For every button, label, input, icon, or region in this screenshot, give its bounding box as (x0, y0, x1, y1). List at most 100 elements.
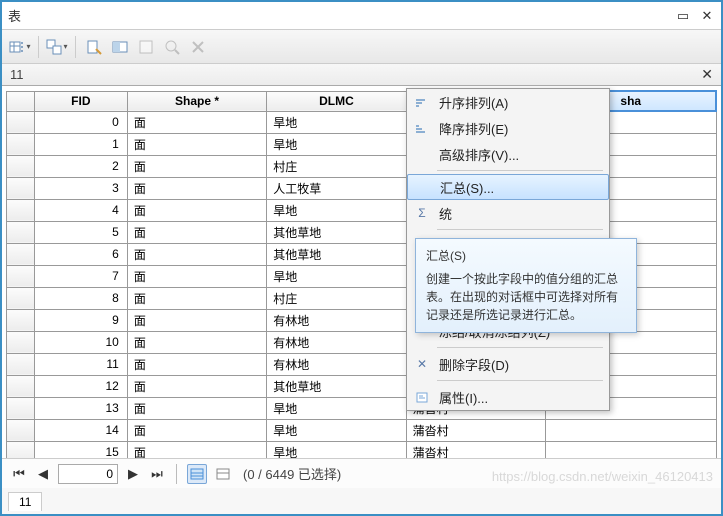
row-selector[interactable] (7, 441, 35, 458)
cell-dlmc[interactable]: 旱地 (267, 397, 406, 419)
subheader-close-button[interactable]: ✕ (701, 66, 713, 83)
cell-dlmc[interactable]: 旱地 (267, 133, 406, 155)
related-tables-button[interactable]: ▾ (45, 35, 69, 59)
cell-fid[interactable]: 4 (34, 199, 127, 221)
table-options-button[interactable]: ▾ (8, 35, 32, 59)
close-button[interactable]: ✕ (699, 9, 715, 23)
menu-summarize[interactable]: 汇总(S)... (407, 174, 609, 200)
cell-dlmc[interactable]: 有林地 (267, 309, 406, 331)
cell-dlmc[interactable]: 其他草地 (267, 243, 406, 265)
cell-dlmc[interactable]: 其他草地 (267, 375, 406, 397)
cell-fid[interactable]: 13 (34, 397, 127, 419)
cell-dlmc[interactable]: 有林地 (267, 353, 406, 375)
show-all-records-button[interactable] (187, 464, 207, 484)
cell-fid[interactable]: 12 (34, 375, 127, 397)
cell-dlmc[interactable]: 其他草地 (267, 221, 406, 243)
tab-11[interactable]: 11 (8, 492, 42, 511)
table-row[interactable]: 14面旱地蒲沓村 (7, 419, 717, 441)
cell-shape[interactable]: 面 (127, 133, 266, 155)
select-by-attributes-button[interactable] (82, 35, 106, 59)
cell-shape[interactable]: 面 (127, 265, 266, 287)
cell-fid[interactable]: 11 (34, 353, 127, 375)
cell-sha[interactable] (546, 419, 716, 441)
cell-shape[interactable]: 面 (127, 375, 266, 397)
clear-selection-button[interactable] (134, 35, 158, 59)
nav-record-input[interactable] (58, 464, 118, 484)
row-selector[interactable] (7, 375, 35, 397)
menu-delete-field[interactable]: ✕ 删除字段(D) (407, 351, 609, 377)
cell-fid[interactable]: 14 (34, 419, 127, 441)
cell-shape[interactable]: 面 (127, 419, 266, 441)
cell-shape[interactable]: 面 (127, 155, 266, 177)
cell-shape[interactable]: 面 (127, 287, 266, 309)
row-selector[interactable] (7, 199, 35, 221)
cell-shape[interactable]: 面 (127, 111, 266, 133)
cell-shape[interactable]: 面 (127, 309, 266, 331)
column-header-shape[interactable]: Shape * (127, 91, 266, 111)
cell-dlmc[interactable]: 旱地 (267, 265, 406, 287)
cell-dlmc[interactable]: 旱地 (267, 419, 406, 441)
row-selector[interactable] (7, 287, 35, 309)
cell-dlmc[interactable]: 人工牧草 (267, 177, 406, 199)
cell-fid[interactable]: 10 (34, 331, 127, 353)
cell-dlmc[interactable]: 旱地 (267, 111, 406, 133)
column-header-dlmc[interactable]: DLMC (267, 91, 406, 111)
cell-dlmc[interactable]: 旱地 (267, 441, 406, 458)
cell-fid[interactable]: 2 (34, 155, 127, 177)
table-row[interactable]: 15面旱地蒲沓村 (7, 441, 717, 458)
row-selector[interactable] (7, 111, 35, 133)
nav-next-button[interactable]: ▶ (124, 465, 142, 483)
cell-shape[interactable]: 面 (127, 221, 266, 243)
cell-fid[interactable]: 15 (34, 441, 127, 458)
row-selector[interactable] (7, 397, 35, 419)
menu-statistics[interactable]: Σ 统 (407, 200, 609, 226)
show-selected-records-button[interactable] (213, 464, 233, 484)
row-selector[interactable] (7, 419, 35, 441)
maximize-button[interactable]: ▭ (675, 9, 691, 23)
menu-sort-descending[interactable]: 降序排列(E) (407, 115, 609, 141)
menu-advanced-sort[interactable]: 高级排序(V)... (407, 141, 609, 167)
cell-fid[interactable]: 1 (34, 133, 127, 155)
cell-fid[interactable]: 7 (34, 265, 127, 287)
row-selector[interactable] (7, 133, 35, 155)
cell-fid[interactable]: 9 (34, 309, 127, 331)
cell-shape[interactable]: 面 (127, 199, 266, 221)
cell-shape[interactable]: 面 (127, 397, 266, 419)
sigma-icon: Σ (413, 204, 431, 222)
row-selector[interactable] (7, 353, 35, 375)
cell-fid[interactable]: 3 (34, 177, 127, 199)
cell-sha[interactable] (546, 441, 716, 458)
nav-prev-button[interactable]: ◀ (34, 465, 52, 483)
nav-last-button[interactable]: ⏭ (148, 465, 166, 483)
row-selector[interactable] (7, 243, 35, 265)
cell-dlmc[interactable]: 村庄 (267, 287, 406, 309)
cell-qsdwmc[interactable]: 蒲沓村 (406, 419, 545, 441)
row-selector[interactable] (7, 177, 35, 199)
nav-first-button[interactable]: ⏮ (10, 465, 28, 483)
zoom-selected-button[interactable] (160, 35, 184, 59)
cell-fid[interactable]: 6 (34, 243, 127, 265)
cell-shape[interactable]: 面 (127, 441, 266, 458)
cell-dlmc[interactable]: 有林地 (267, 331, 406, 353)
cell-fid[interactable]: 0 (34, 111, 127, 133)
row-selector[interactable] (7, 155, 35, 177)
row-selector[interactable] (7, 309, 35, 331)
row-selector-header[interactable] (7, 91, 35, 111)
cell-shape[interactable]: 面 (127, 331, 266, 353)
row-selector[interactable] (7, 265, 35, 287)
menu-properties[interactable]: 属性(I)... (407, 384, 609, 410)
cell-fid[interactable]: 8 (34, 287, 127, 309)
cell-qsdwmc[interactable]: 蒲沓村 (406, 441, 545, 458)
cell-dlmc[interactable]: 村庄 (267, 155, 406, 177)
switch-selection-button[interactable] (108, 35, 132, 59)
row-selector[interactable] (7, 331, 35, 353)
cell-shape[interactable]: 面 (127, 353, 266, 375)
cell-shape[interactable]: 面 (127, 177, 266, 199)
column-header-fid[interactable]: FID (34, 91, 127, 111)
row-selector[interactable] (7, 221, 35, 243)
cell-shape[interactable]: 面 (127, 243, 266, 265)
cell-dlmc[interactable]: 旱地 (267, 199, 406, 221)
delete-selected-button[interactable] (186, 35, 210, 59)
menu-sort-ascending[interactable]: 升序排列(A) (407, 89, 609, 115)
cell-fid[interactable]: 5 (34, 221, 127, 243)
